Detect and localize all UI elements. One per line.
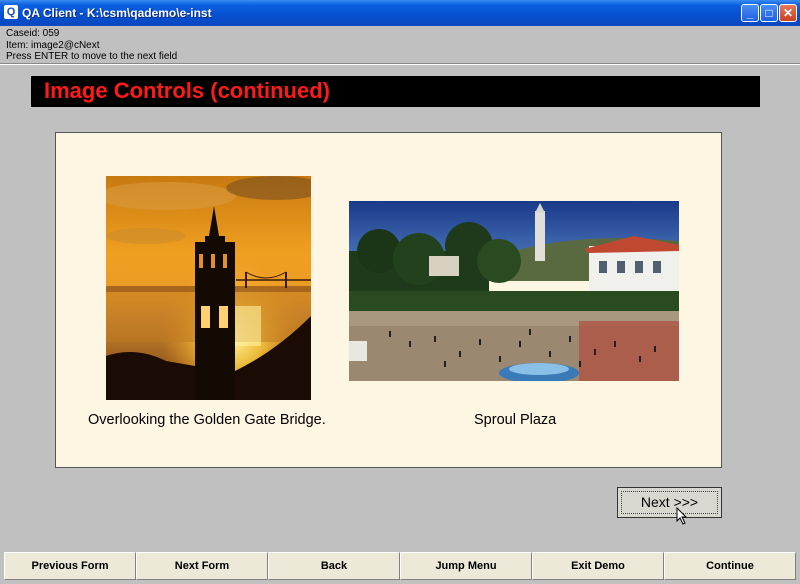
previous-form-button[interactable]: Previous Form [4,552,136,580]
sproul-plaza-photo [349,201,679,381]
jump-menu-button[interactable]: Jump Menu [400,552,532,580]
window-title: QA Client - K:\csm\qademo\e-inst [22,6,212,20]
campanile-sunset-image [106,176,311,400]
hint-text: Press ENTER to move to the next field [6,51,178,62]
campanile-sunset-photo [106,176,311,400]
divider [0,63,800,65]
minimize-button[interactable]: _ [741,4,759,22]
golden-gate-caption: Overlooking the Golden Gate Bridge. [88,412,326,428]
next-button-label: Next >>> [640,494,699,510]
app-icon: Q [4,5,18,19]
close-button[interactable]: ✕ [779,4,797,22]
next-button[interactable]: Next >>> [617,487,722,518]
page-title: Image Controls (continued) [44,78,330,103]
maximize-button[interactable]: □ [760,4,778,22]
item-text: Item: image2@cNext [6,39,100,51]
next-form-button[interactable]: Next Form [136,552,268,580]
window-titlebar: Q QA Client - K:\csm\qademo\e-inst _ □ ✕ [0,0,800,26]
mouse-pointer-icon [676,507,688,525]
sproul-plaza-image [349,201,679,381]
back-button[interactable]: Back [268,552,400,580]
case-info: Caseid: 059 Item: image2@cNext Press ENT… [6,28,177,63]
bottom-nav-bar: Previous Form Next Form Back Jump Menu E… [4,552,796,580]
exit-demo-button[interactable]: Exit Demo [532,552,664,580]
caseid-text: Caseid: 059 [6,28,60,39]
page-banner: Image Controls (continued) [31,76,760,107]
continue-button[interactable]: Continue [664,552,796,580]
sproul-plaza-caption: Sproul Plaza [474,412,557,428]
